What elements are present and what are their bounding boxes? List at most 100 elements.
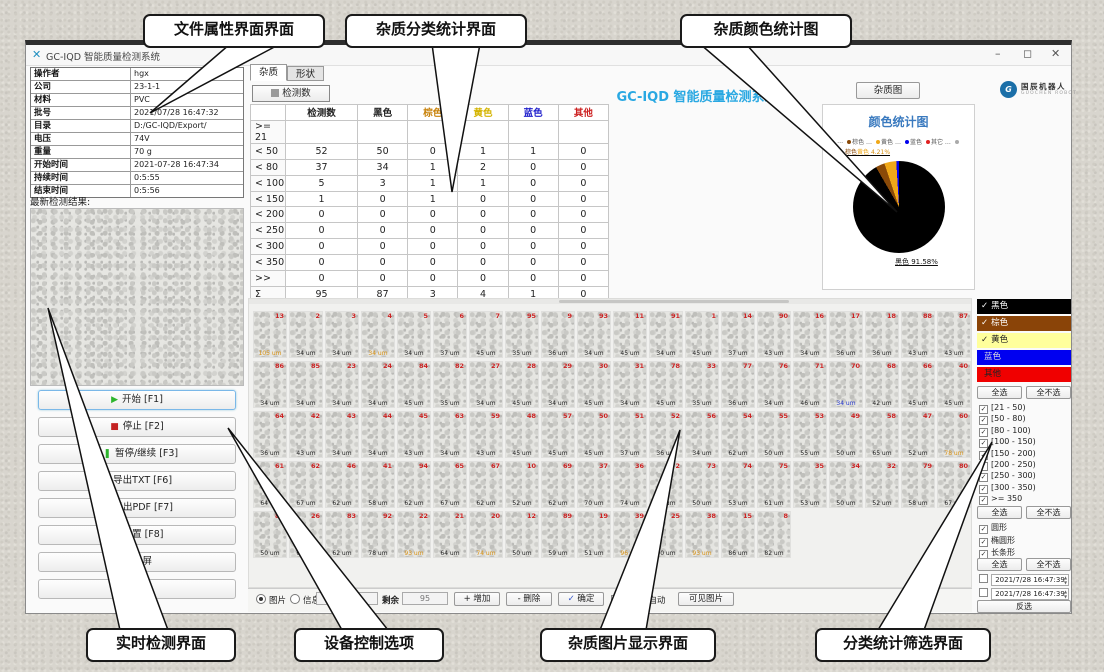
- checkbox-icon[interactable]: ✓: [979, 485, 988, 494]
- impurity-tile[interactable]: 1736 um: [829, 311, 863, 358]
- shape-filter[interactable]: ✓椭圆形: [979, 535, 1071, 547]
- auto-stop-checkbox[interactable]: 停止时自动: [611, 594, 666, 606]
- select-all-button[interactable]: 全选: [977, 506, 1022, 519]
- add-button[interactable]: + 增加: [454, 592, 500, 606]
- stop-button[interactable]: ■停止 [F2]: [38, 417, 236, 437]
- impurity-tile[interactable]: 5137 um: [613, 411, 647, 458]
- impurity-tile[interactable]: 2434 um: [361, 361, 395, 408]
- impurity-tile[interactable]: 534 um: [397, 311, 431, 358]
- impurity-tile[interactable]: 5865 um: [865, 411, 899, 458]
- impurity-tile[interactable]: 1836 um: [865, 311, 899, 358]
- impurity-tile[interactable]: 8743 um: [937, 311, 971, 358]
- remain-field[interactable]: 95: [402, 592, 448, 605]
- impurity-tile[interactable]: 3674 um: [613, 461, 647, 508]
- color-filter-0[interactable]: ✓黑色: [977, 299, 1071, 314]
- impurity-tile[interactable]: 6567 um: [433, 461, 467, 508]
- impurity-tile[interactable]: 8534 um: [289, 361, 323, 408]
- impurity-tile[interactable]: 4243 um: [289, 411, 323, 458]
- impurity-tile[interactable]: 2164 um: [433, 511, 467, 558]
- impurity-tile[interactable]: 3450 um: [829, 461, 863, 508]
- impurity-tile[interactable]: 4950 um: [829, 411, 863, 458]
- impurity-tile[interactable]: 4752 um: [901, 411, 935, 458]
- impurity-tile[interactable]: 334 um: [325, 311, 359, 358]
- checkbox-icon[interactable]: ✓: [979, 525, 988, 534]
- impurity-tile[interactable]: 8362 um: [325, 511, 359, 558]
- impurity-tile[interactable]: 234 um: [289, 311, 323, 358]
- impurity-tile[interactable]: 2590 um: [649, 511, 683, 558]
- impurity-tile[interactable]: 5943 um: [469, 411, 503, 458]
- date-field[interactable]: 2021/7/28 16:47:39▲▼: [991, 574, 1069, 586]
- impurity-tile[interactable]: 2662 um: [289, 511, 323, 558]
- impurity-tile[interactable]: 2934 um: [541, 361, 575, 408]
- minimize-button[interactable]: –: [995, 47, 1001, 60]
- tab-impurity[interactable]: 杂质: [250, 64, 287, 81]
- impurity-tile[interactable]: 5462 um: [721, 411, 755, 458]
- impurity-tile[interactable]: 7350 um: [685, 461, 719, 508]
- impurity-tile[interactable]: 882 um: [757, 511, 791, 558]
- color-filter-2[interactable]: ✓黄色: [977, 333, 1071, 348]
- impurity-tile[interactable]: 4662 um: [325, 461, 359, 508]
- impurity-tile[interactable]: 7958 um: [901, 461, 935, 508]
- impurity-tile[interactable]: 2734 um: [469, 361, 503, 408]
- checkbox-icon[interactable]: ✓: [979, 538, 988, 547]
- impurity-tile[interactable]: 2074 um: [469, 511, 503, 558]
- invert-selection-button[interactable]: 反选: [977, 600, 1071, 613]
- color-filter-3[interactable]: 蓝色: [977, 350, 1071, 365]
- impurity-tile[interactable]: 434 um: [361, 311, 395, 358]
- spinner-icon[interactable]: ▲▼: [1062, 575, 1069, 585]
- impurity-tile[interactable]: 9334 um: [577, 311, 611, 358]
- impurity-tile[interactable]: 745 um: [469, 311, 503, 358]
- play-button[interactable]: ▶开始 [F1]: [38, 390, 236, 410]
- impurity-tile[interactable]: 6762 um: [469, 461, 503, 508]
- checkbox-icon[interactable]: ✓: [979, 496, 988, 505]
- impurity-tile[interactable]: 1145 um: [613, 311, 647, 358]
- impurity-tile[interactable]: 2845 um: [505, 361, 539, 408]
- impurity-tile[interactable]: 6334 um: [433, 411, 467, 458]
- impurity-tile[interactable]: 4434 um: [361, 411, 395, 458]
- impurity-tile[interactable]: 13105 um: [253, 311, 287, 358]
- impurity-tile[interactable]: 5045 um: [577, 411, 611, 458]
- impurity-chart-button[interactable]: 杂质图: [856, 82, 920, 99]
- scrollbar-handle[interactable]: [559, 300, 789, 303]
- checkbox-icon[interactable]: ✓: [979, 405, 988, 414]
- detect-count-button[interactable]: 检测数: [252, 85, 330, 102]
- impurity-tile[interactable]: 5355 um: [793, 411, 827, 458]
- impurity-tile[interactable]: 8959 um: [541, 511, 575, 558]
- delete-button[interactable]: - 删除: [506, 592, 552, 606]
- impurity-tile[interactable]: 7146 um: [793, 361, 827, 408]
- tab-shape[interactable]: 形状: [287, 66, 324, 81]
- export-txt-button[interactable]: 🗎导出TXT [F6]: [38, 471, 236, 491]
- impurity-tile[interactable]: 4543 um: [397, 411, 431, 458]
- pencil-button[interactable]: ✎资料: [38, 579, 236, 599]
- impurity-tile[interactable]: 9134 um: [649, 311, 683, 358]
- checkbox-icon[interactable]: ✓: [979, 439, 988, 448]
- impurity-tile[interactable]: 3134 um: [613, 361, 647, 408]
- impurity-tile[interactable]: 2293 um: [397, 511, 431, 558]
- select-none-button[interactable]: 全不选: [1026, 558, 1071, 571]
- radio-image-dot[interactable]: [256, 594, 266, 604]
- size-filter[interactable]: ✓[50 - 80): [979, 414, 1071, 425]
- maximize-button[interactable]: ◻: [1023, 47, 1032, 60]
- impurity-tile[interactable]: 4845 um: [505, 411, 539, 458]
- impurity-tile[interactable]: 7845 um: [649, 361, 683, 408]
- impurity-tile[interactable]: 6842 um: [865, 361, 899, 408]
- impurity-tile[interactable]: 7453 um: [721, 461, 755, 508]
- size-filter[interactable]: ✓[100 - 150): [979, 437, 1071, 448]
- impurity-tile[interactable]: 9043 um: [757, 311, 791, 358]
- date-filter[interactable]: 2021/7/28 16:47:39▲▼: [979, 574, 1071, 587]
- impurity-tile[interactable]: 1951 um: [577, 511, 611, 558]
- pause-button[interactable]: ❚❚暂停/继续 [F3]: [38, 444, 236, 464]
- size-filter[interactable]: ✓[21 - 50): [979, 403, 1071, 414]
- impurity-tile[interactable]: 7736 um: [721, 361, 755, 408]
- impurity-tile[interactable]: 1250 um: [505, 511, 539, 558]
- checkbox-icon[interactable]: [611, 595, 620, 604]
- radio-info-dot[interactable]: [290, 594, 300, 604]
- impurity-tile[interactable]: 4334 um: [325, 411, 359, 458]
- confirm-button[interactable]: ✓ 确定: [558, 592, 604, 606]
- shape-filter[interactable]: ✓圆形: [979, 522, 1071, 534]
- impurity-tile[interactable]: 2334 um: [325, 361, 359, 408]
- impurity-tile[interactable]: 8235 um: [433, 361, 467, 408]
- impurity-tile[interactable]: 6436 um: [253, 411, 287, 458]
- select-all-button[interactable]: 全选: [977, 386, 1022, 399]
- impurity-tile[interactable]: 8445 um: [397, 361, 431, 408]
